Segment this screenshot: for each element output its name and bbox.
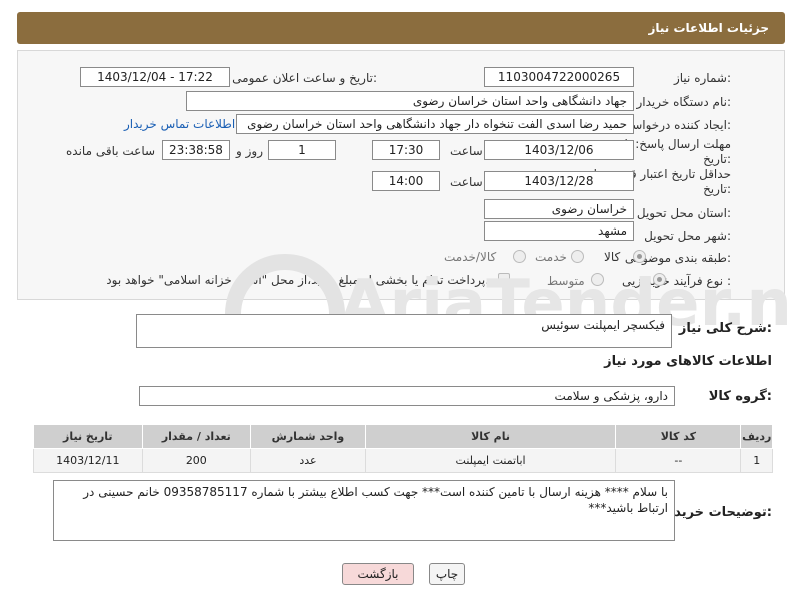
- reply-date-field: 1403/12/06: [484, 140, 634, 160]
- delivery-city-label: شهر محل تحویل:: [644, 229, 731, 243]
- col-name: نام کالا: [364, 424, 617, 449]
- buyer-notes-field: با سلام **** هزینه ارسال با تامین کننده …: [53, 480, 675, 541]
- back-button[interactable]: بازگشت: [342, 563, 414, 585]
- process-radio-medium[interactable]: [591, 273, 604, 286]
- process-radio-minor[interactable]: [653, 273, 666, 286]
- cell-row: 1: [740, 448, 773, 473]
- reply-deadline-label-2: تاریخ:: [703, 152, 731, 166]
- category-option-goods: کالا: [604, 250, 621, 264]
- treasury-payment-checkbox[interactable]: [498, 273, 510, 285]
- description-label: شرح کلی نیاز:: [678, 321, 772, 336]
- remaining-label: ساعت باقی مانده: [66, 144, 156, 158]
- delivery-province-label: استان محل تحویل:: [636, 206, 731, 220]
- col-row: ردیف: [740, 424, 773, 449]
- price-validity-label-2: تاریخ:: [703, 182, 731, 196]
- days-label: روز و: [236, 144, 263, 158]
- goods-info-title: اطلاعات کالاهای مورد نیاز: [604, 354, 772, 369]
- need-number-label: شماره نیاز:: [673, 71, 731, 85]
- buyer-org-label: نام دستگاه خریدار:: [636, 95, 732, 109]
- cell-unit: عدد: [250, 448, 366, 473]
- need-number-field: 1103004722000265: [484, 67, 634, 87]
- goods-table: ردیف کد کالا نام کالا واحد شمارش تعداد /…: [33, 424, 773, 473]
- col-unit: واحد شمارش: [250, 424, 366, 449]
- buyer-notes-label: توضیحات خریدار:: [662, 505, 772, 520]
- reply-time-field: 17:30: [372, 140, 440, 160]
- col-date: تاریخ نیاز: [33, 424, 143, 449]
- price-validity-date-field: 1403/12/28: [484, 171, 634, 191]
- description-field: فیکسچر ایمپلنت سوئیس: [136, 314, 672, 348]
- page-header: جزئیات اطلاعات نیاز: [17, 12, 785, 44]
- buyer-org-field: جهاد دانشگاهی واحد استان خراسان رضوی: [186, 91, 634, 111]
- category-radio-goods[interactable]: [633, 250, 646, 263]
- category-radio-goods-service[interactable]: [513, 250, 526, 263]
- category-option-goods-service: کالا/خدمت: [444, 250, 497, 264]
- price-validity-time-label: ساعت: [450, 175, 483, 189]
- reply-deadline-label: مهلت ارسال پاسخ: تا: [624, 137, 731, 151]
- price-validity-time-field: 14:00: [372, 171, 440, 191]
- category-option-service: خدمت: [535, 250, 567, 264]
- remaining-time-field: 23:38:58: [162, 140, 230, 160]
- print-button[interactable]: چاپ: [429, 563, 465, 585]
- page-title: جزئیات اطلاعات نیاز: [648, 21, 769, 35]
- goods-group-label: گروه کالا:: [708, 389, 772, 404]
- cell-qty: 200: [141, 448, 252, 473]
- table-row: 1 -- اباتمنت ایمپلنت عدد 200 1403/12/11: [33, 448, 773, 473]
- cell-code: --: [615, 448, 742, 473]
- process-option-medium: متوسط: [547, 274, 585, 288]
- delivery-city-field: مشهد: [484, 221, 634, 241]
- delivery-province-field: خراسان رضوی: [484, 199, 634, 219]
- col-code: کد کالا: [615, 424, 742, 449]
- col-qty: تعداد / مقدار: [141, 424, 252, 449]
- remaining-days-field: 1: [268, 140, 336, 160]
- buyer-contact-link[interactable]: اطلاعات تماس خریدار: [124, 117, 235, 131]
- cell-name: اباتمنت ایمپلنت: [364, 448, 617, 473]
- announce-datetime-label: تاریخ و ساعت اعلان عمومی:: [232, 71, 377, 85]
- process-option-minor: جزیی: [622, 274, 650, 288]
- creator-label: ایجاد کننده درخواست:: [620, 118, 731, 132]
- treasury-payment-note: پرداخت تمام یا بخشی از مبلغ خرید،از محل …: [106, 273, 489, 287]
- announce-datetime-field: 1403/12/04 - 17:22: [80, 67, 230, 87]
- category-radio-service[interactable]: [571, 250, 584, 263]
- reply-time-label: ساعت: [450, 144, 483, 158]
- cell-date: 1403/12/11: [33, 448, 143, 473]
- goods-group-field: دارو، پزشکی و سلامت: [139, 386, 675, 406]
- creator-field: حمید رضا اسدی الفت تنخواه دار جهاد دانشگ…: [236, 114, 634, 134]
